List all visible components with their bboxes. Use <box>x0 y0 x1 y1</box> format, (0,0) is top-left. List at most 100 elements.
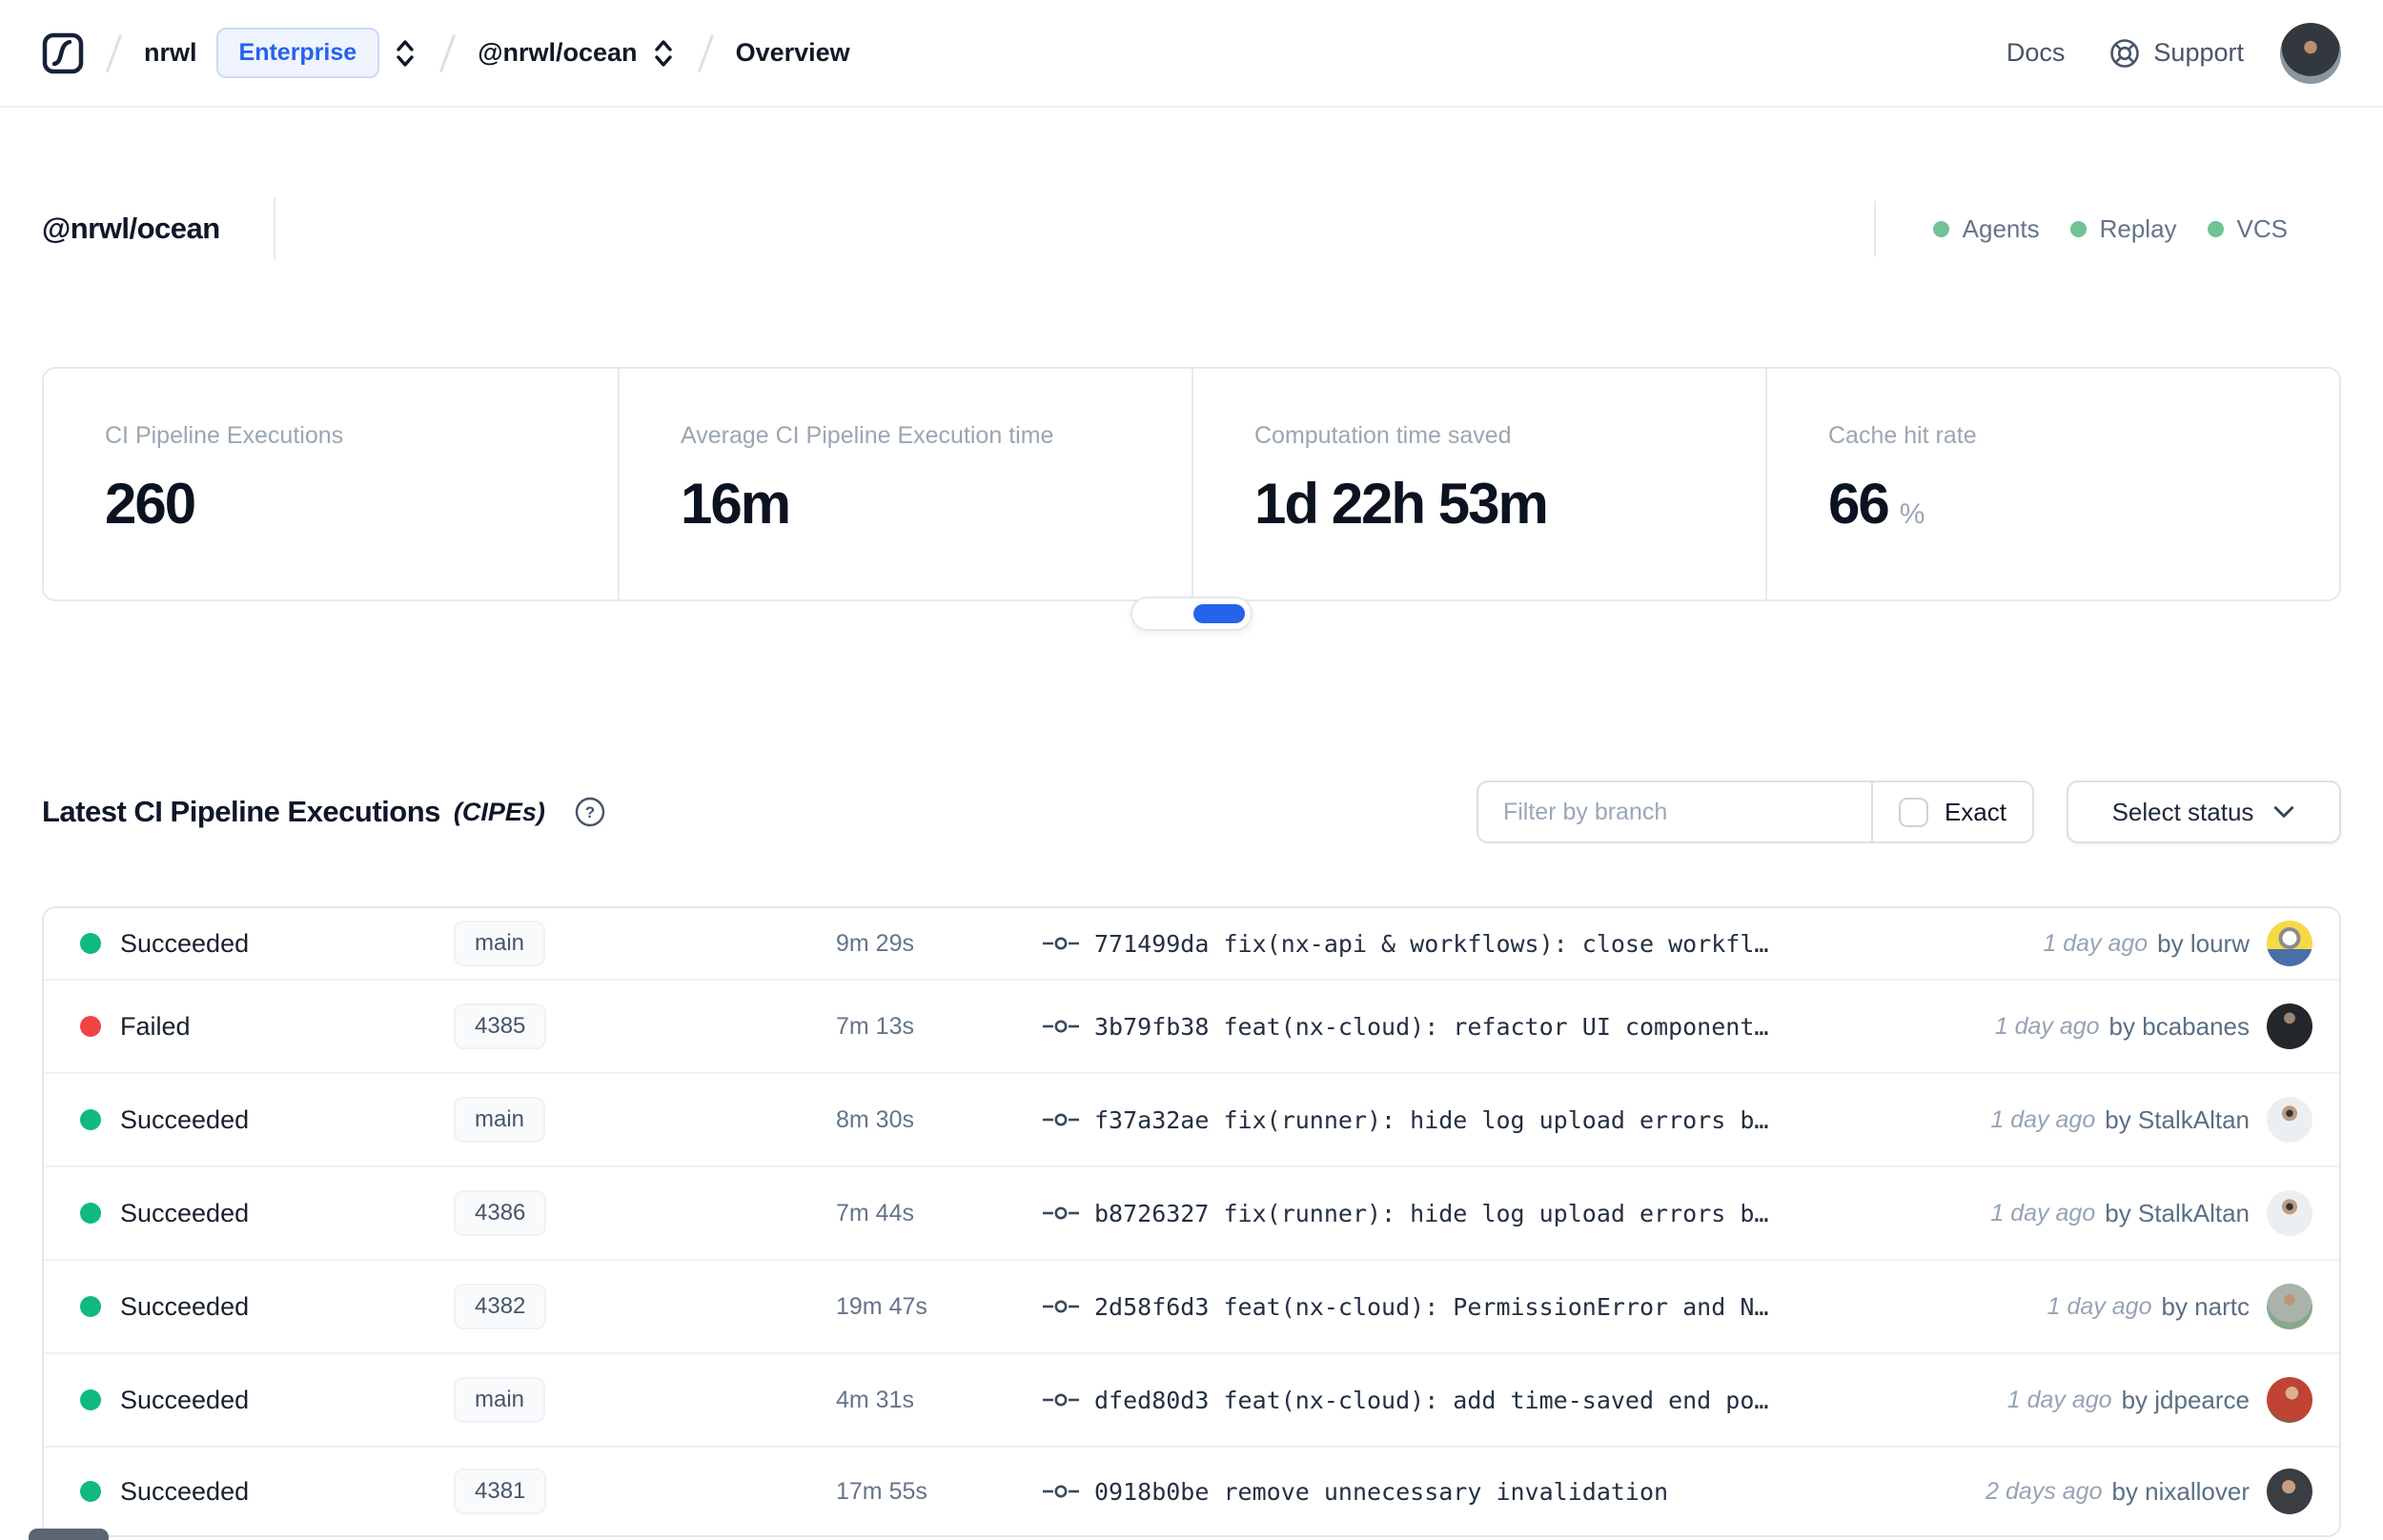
stat-card: Cache hit rate 66 % <box>1765 369 2339 599</box>
branch-badge: main <box>454 921 546 966</box>
range-option[interactable] <box>1193 604 1245 623</box>
stat-label: Average CI Pipeline Execution time <box>681 422 1054 449</box>
stat-card: Computation time saved 1d 22h 53m <box>1192 369 1765 599</box>
run-author: by bcabanes <box>2108 1011 2250 1041</box>
workspace-selector-icon[interactable] <box>651 37 676 70</box>
cipe-table: Succeeded main 9m 29s 771499da fix(nx-ap… <box>42 906 2341 1537</box>
author-avatar[interactable] <box>2267 1003 2312 1049</box>
commit-message: fix(runner): hide log upload errors b… <box>1223 1105 1769 1134</box>
lifebuoy-icon <box>2110 38 2140 68</box>
svg-text:?: ? <box>585 803 595 821</box>
run-time-ago: 1 day ago <box>1990 1105 2096 1133</box>
author-avatar[interactable] <box>2267 921 2312 966</box>
stat-value: 1d 22h 53m <box>1254 472 1549 536</box>
run-duration: 17m 55s <box>836 1477 927 1505</box>
select-status-label: Select status <box>2111 797 2254 826</box>
commit-text: b8726327 fix(runner): hide log upload er… <box>1094 1200 1768 1227</box>
commit-hash: dfed80d3 <box>1094 1386 1210 1414</box>
integration-status[interactable]: VCS <box>2207 213 2288 244</box>
cipe-row[interactable]: Succeeded 4382 19m 47s 2d58f6d3 feat(nx-… <box>44 1259 2339 1352</box>
breadcrumb-workspace[interactable]: @nrwl/ocean <box>478 38 637 68</box>
author-avatar[interactable] <box>2267 1190 2312 1236</box>
run-status-label: Succeeded <box>120 1198 250 1227</box>
git-commit-icon <box>1043 1485 1079 1498</box>
author-avatar[interactable] <box>2267 1284 2312 1329</box>
cipe-section-header: Latest CI Pipeline Executions (CIPEs) ? … <box>42 780 2341 843</box>
git-commit-icon <box>1043 1393 1079 1407</box>
run-author: by nixallover <box>2111 1476 2250 1506</box>
run-time-ago: 1 day ago <box>1990 1199 2096 1226</box>
commit-hash: 3b79fb38 <box>1094 1012 1210 1041</box>
nx-cloud-logo-icon[interactable] <box>42 32 84 74</box>
stat-suffix: % <box>1899 498 1925 530</box>
run-author: by StalkAltan <box>2105 1198 2250 1227</box>
stat-value: 16m <box>681 472 791 536</box>
git-commit-icon <box>1043 937 1079 950</box>
select-status-dropdown[interactable]: Select status <box>2067 780 2341 843</box>
commit-message: feat(nx-cloud): PermissionError and N… <box>1223 1292 1769 1321</box>
cipe-row[interactable]: Succeeded main 4m 31s dfed80d3 feat(nx-c… <box>44 1352 2339 1446</box>
git-commit-icon <box>1043 1206 1079 1220</box>
cipe-row[interactable]: Failed 4385 7m 13s 3b79fb38 feat(nx-clou… <box>44 979 2339 1072</box>
run-status-label: Succeeded <box>120 1104 250 1134</box>
docs-link[interactable]: Docs <box>2006 38 2066 68</box>
commit-text: f37a32ae fix(runner): hide log upload er… <box>1094 1106 1768 1134</box>
branch-badge: 4386 <box>454 1190 547 1236</box>
branch-badge: main <box>454 1377 546 1423</box>
author-avatar[interactable] <box>2267 1377 2312 1423</box>
help-icon[interactable]: ? <box>574 796 606 828</box>
chat-widget-partial[interactable] <box>29 1529 109 1540</box>
run-duration: 19m 47s <box>836 1292 927 1320</box>
commit-message: fix(nx-api & workflows): close workfl… <box>1223 929 1769 958</box>
enterprise-badge: Enterprise <box>215 28 380 78</box>
cipe-row[interactable]: Succeeded main 9m 29s 771499da fix(nx-ap… <box>44 908 2339 979</box>
cipe-row[interactable]: Succeeded 4381 17m 55s 0918b0be remove u… <box>44 1446 2339 1535</box>
branch-badge: main <box>454 1097 546 1143</box>
run-status-icon <box>80 1109 101 1130</box>
run-time-ago: 1 day ago <box>2043 929 2149 957</box>
commit-text: 0918b0be remove unnecessary invalidation <box>1094 1478 1668 1506</box>
cipe-row[interactable]: Succeeded 4386 7m 44s b8726327 fix(runne… <box>44 1165 2339 1259</box>
range-option[interactable] <box>1138 604 1190 623</box>
breadcrumb-org[interactable]: nrwl <box>144 38 197 68</box>
breadcrumb-separator <box>697 33 714 72</box>
stat-card: Average CI Pipeline Execution time 16m <box>618 369 1192 599</box>
commit-hash: b8726327 <box>1094 1199 1210 1227</box>
run-status-label: Succeeded <box>120 1476 250 1506</box>
header-divider <box>273 197 275 260</box>
support-label: Support <box>2153 38 2244 67</box>
run-duration: 9m 29s <box>836 929 914 957</box>
branch-filter-group: Exact <box>1476 780 2034 843</box>
run-time-ago: 2 days ago <box>1986 1477 2103 1505</box>
navbar-actions: Docs Support <box>2006 22 2341 84</box>
cipe-row[interactable]: Succeeded main 8m 30s f37a32ae fix(runne… <box>44 1072 2339 1165</box>
run-status-icon <box>80 1016 101 1037</box>
stat-value: 260 <box>105 472 196 536</box>
support-link[interactable]: Support <box>2108 37 2244 70</box>
integration-label: VCS <box>2236 213 2288 243</box>
exact-toggle[interactable]: Exact <box>1873 782 2032 841</box>
section-title: Latest CI Pipeline Executions <box>42 795 440 828</box>
breadcrumb-separator <box>105 33 123 72</box>
git-commit-icon <box>1043 1300 1079 1313</box>
run-duration: 7m 13s <box>836 1012 914 1040</box>
branch-filter-input[interactable] <box>1477 782 1871 841</box>
user-avatar[interactable] <box>2280 22 2341 84</box>
integration-status[interactable]: Replay <box>2069 213 2177 244</box>
commit-text: 2d58f6d3 feat(nx-cloud): PermissionError… <box>1094 1293 1768 1321</box>
run-status-label: Succeeded <box>120 1385 250 1414</box>
author-avatar[interactable] <box>2267 1097 2312 1143</box>
commit-hash: f37a32ae <box>1094 1105 1210 1134</box>
integration-label: Replay <box>2099 213 2177 243</box>
run-status-label: Failed <box>120 1011 191 1041</box>
run-time-ago: 1 day ago <box>1994 1012 2100 1040</box>
commit-text: 3b79fb38 feat(nx-cloud): refactor UI com… <box>1094 1013 1768 1041</box>
exact-checkbox[interactable] <box>1898 797 1928 827</box>
stat-value: 66 <box>1828 472 1890 536</box>
integration-status[interactable]: Agents <box>1932 214 2040 244</box>
run-duration: 7m 44s <box>836 1199 914 1226</box>
commit-text: dfed80d3 feat(nx-cloud): add time-saved … <box>1094 1387 1768 1414</box>
org-selector-icon[interactable] <box>393 37 418 70</box>
author-avatar[interactable] <box>2267 1469 2312 1514</box>
workspace-header: @nrwl/ocean Agents Replay VCS <box>42 197 2341 260</box>
